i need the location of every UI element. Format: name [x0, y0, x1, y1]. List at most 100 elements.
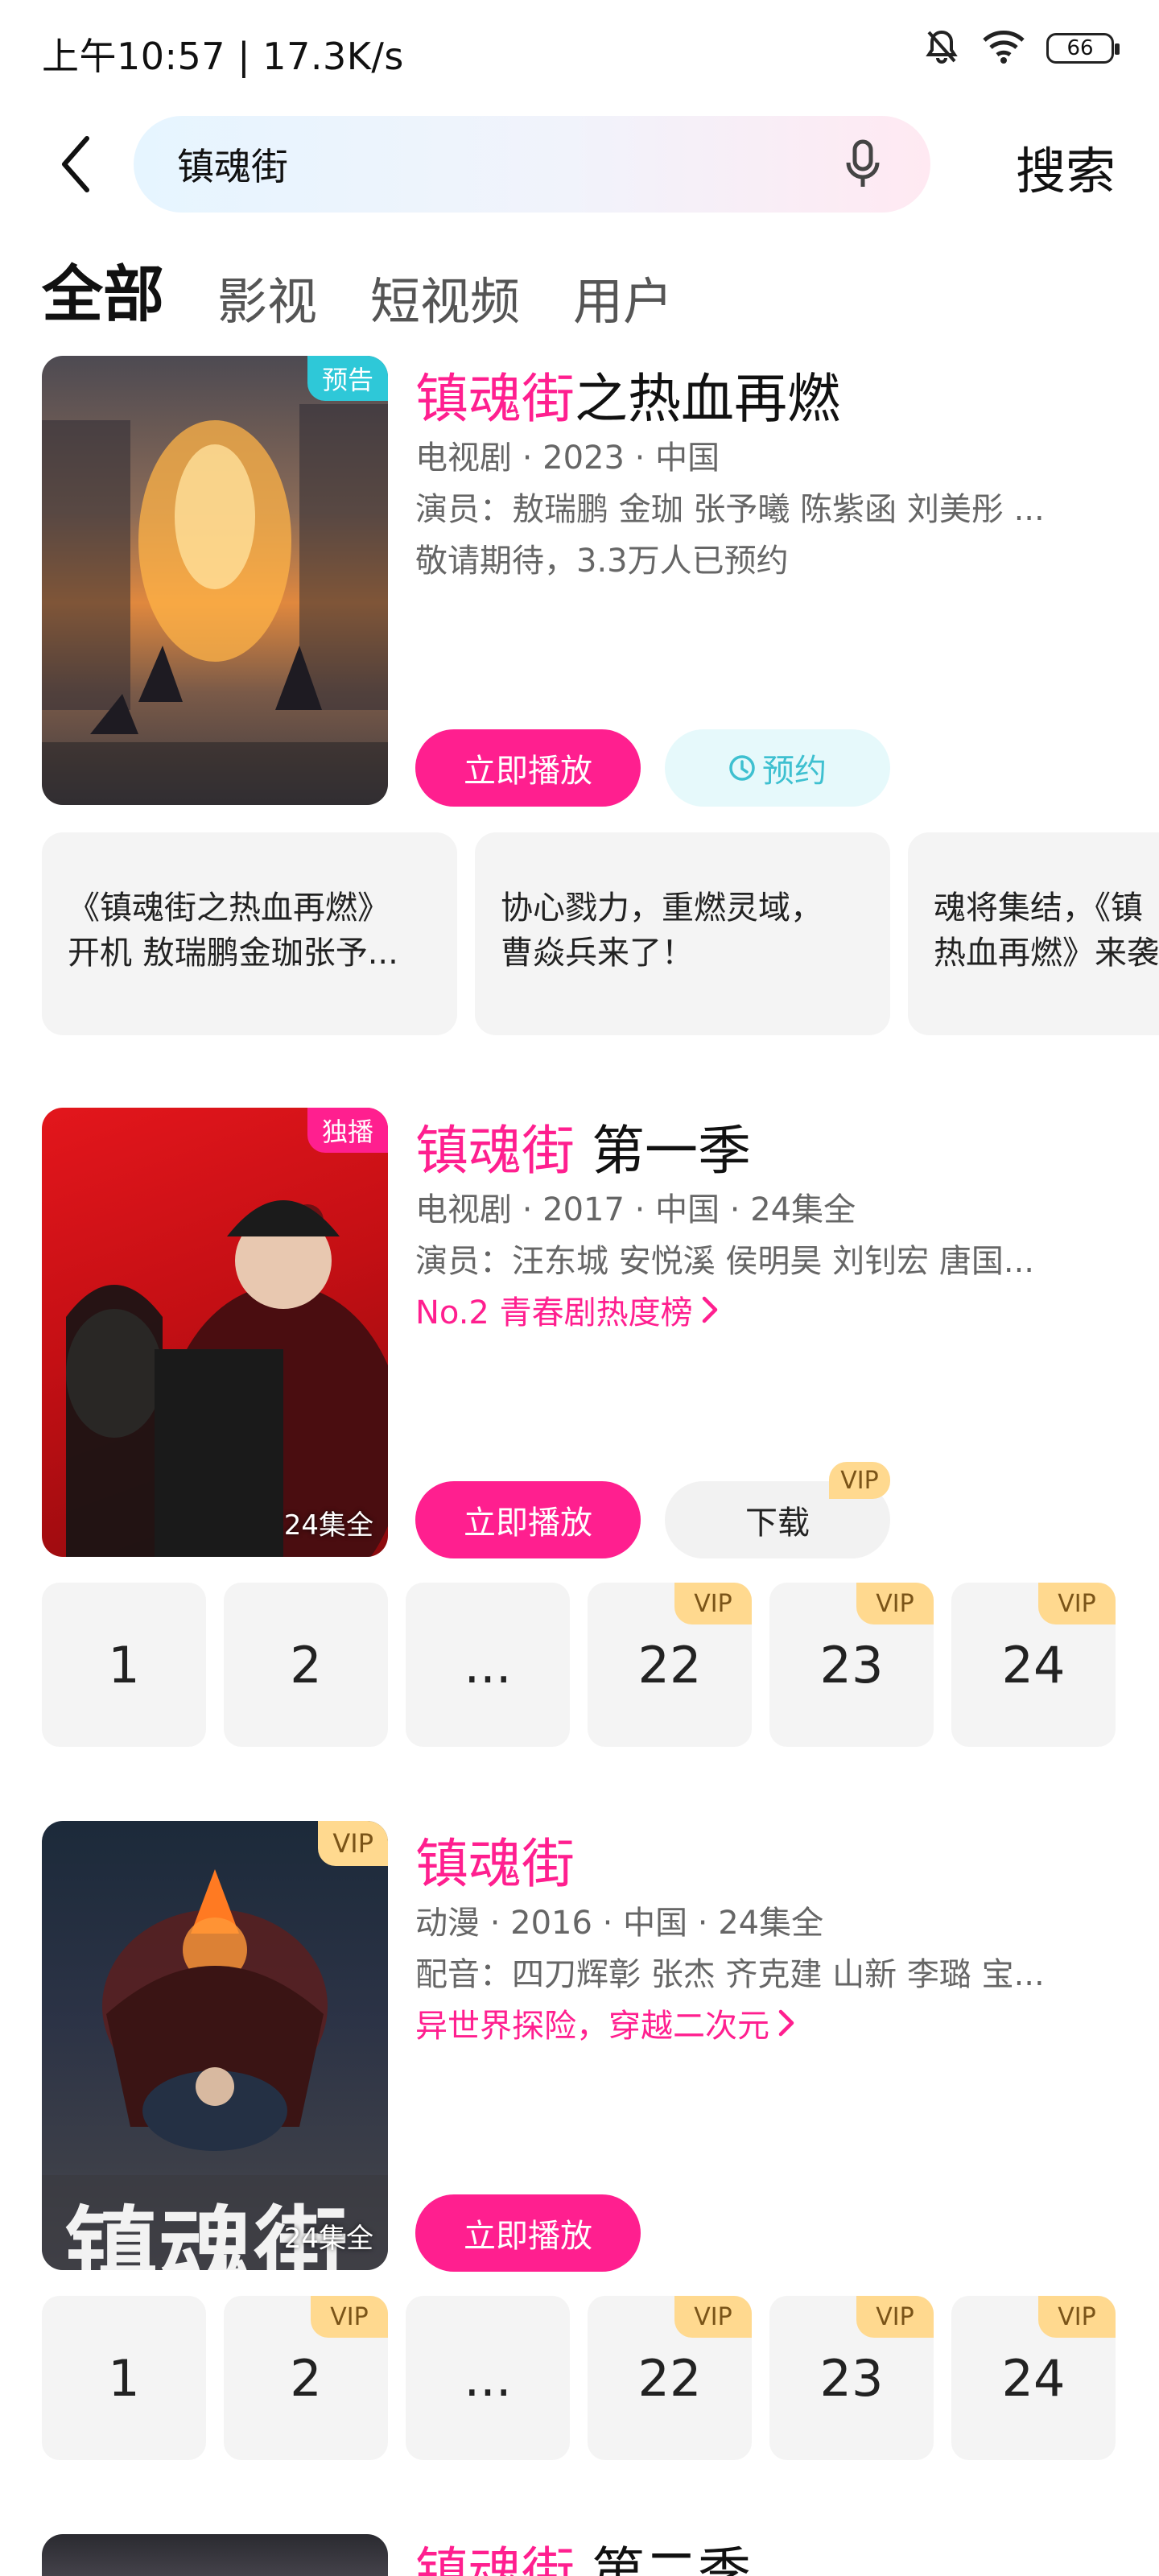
battery-level: 66	[1066, 36, 1094, 60]
episode-button[interactable]: 22 VIP	[588, 2296, 752, 2460]
poster-badge: 独播	[307, 1108, 388, 1153]
mute-bell-icon	[922, 27, 961, 69]
episode-number: 24	[1001, 1635, 1066, 1695]
tagline-link[interactable]: 异世界探险，穿越二次元	[415, 2000, 795, 2046]
news-carousel[interactable]: 《镇魂街之热血再燃》 开机 敖瑞鹏金珈张予... 协心戮力，重燃灵域， 曹焱兵来…	[42, 832, 1159, 1035]
vip-badge: VIP	[311, 2296, 388, 2338]
news-line: 曹焱兵来了！	[501, 935, 694, 972]
news-item[interactable]: 《镇魂街之热血再燃》 开机 敖瑞鹏金珈张予...	[42, 832, 457, 1035]
play-button[interactable]: 立即播放	[415, 1481, 641, 1558]
episode-number: 23	[819, 1635, 884, 1695]
news-line: 协心戮力，重燃灵域，	[501, 890, 823, 927]
episode-button[interactable]: 22 VIP	[588, 1583, 752, 1747]
reserve-button[interactable]: 预约	[665, 729, 890, 807]
episode-number: 23	[819, 2348, 884, 2408]
episode-button[interactable]: 2	[224, 1583, 388, 1747]
result-meta: 电视剧 · 2017 · 中国 · 24集全	[415, 1191, 856, 1228]
episode-count: 24集全	[283, 2223, 373, 2255]
title-rest: 第一季	[575, 1120, 751, 1182]
episode-number: 22	[637, 2348, 702, 2408]
tagline-label: 异世界探险，穿越二次元	[415, 2008, 769, 2045]
news-line: 魂将集结，《镇	[934, 890, 1143, 927]
vip-badge: VIP	[674, 1583, 752, 1624]
result-card: 独播 24集全 镇魂街 第一季 电视剧 · 2017 · 中国 · 24集全 演…	[42, 1108, 1117, 1558]
poster-image[interactable]: 独播 24集全	[42, 1108, 388, 1557]
poster-image[interactable]: 预告	[42, 356, 388, 805]
news-line: 热血再燃》来袭	[934, 935, 1159, 972]
battery-icon: 66	[1046, 33, 1120, 64]
result-card: 镇魂街 VIP 24集全 镇魂街 动漫 · 2016 · 中国 · 24集全 配…	[42, 1821, 1117, 2272]
clock-icon	[729, 755, 755, 781]
episode-button[interactable]: 24 VIP	[951, 2296, 1116, 2460]
status-bar: 上午10:57 | 17.3K/s 66	[0, 0, 1159, 103]
episode-number: ...	[464, 2348, 512, 2408]
result-cast: 演员：敖瑞鹏 金珈 张予曦 陈紫函 刘美彤 ...	[415, 491, 1045, 528]
poster-badge: VIP	[318, 1821, 388, 1866]
reserve-label: 预约	[762, 753, 827, 790]
episode-number: 22	[637, 1635, 702, 1695]
episode-number: ...	[464, 1635, 512, 1695]
title-highlight: 镇魂街	[415, 1120, 575, 1182]
search-query[interactable]: 镇魂街	[177, 138, 288, 191]
search-input[interactable]: 镇魂街	[134, 116, 930, 213]
episode-button[interactable]: ...	[406, 2296, 570, 2460]
news-item[interactable]: 协心戮力，重燃灵域， 曹焱兵来了！	[475, 832, 890, 1035]
search-button[interactable]: 搜索	[1016, 130, 1116, 203]
chevron-right-icon	[778, 2009, 794, 2037]
episode-number: 2	[290, 1635, 322, 1695]
result-tabs: 全部 影视 短视频 用户	[42, 245, 673, 333]
result-meta: 电视剧 · 2023 · 中国	[415, 440, 720, 477]
episode-grid: 1 2 ... 22 VIP 23 VIP 24 VIP	[42, 1583, 1117, 1747]
result-title[interactable]: 镇魂街 第二季	[415, 2534, 751, 2576]
chevron-right-icon	[702, 1296, 717, 1323]
episode-button[interactable]: 23 VIP	[769, 1583, 934, 1747]
episode-button[interactable]: ...	[406, 1583, 570, 1747]
episode-button[interactable]: 1	[42, 2296, 206, 2460]
result-cast: 演员：汪东城 安悦溪 侯明昊 刘钊宏 唐国...	[415, 1243, 1035, 1280]
poster-badge: 预告	[307, 356, 388, 401]
play-button[interactable]: 立即播放	[415, 729, 641, 807]
news-line: 开机 敖瑞鹏金珈张予...	[68, 935, 398, 972]
result-title[interactable]: 镇魂街 第一季	[415, 1108, 751, 1185]
tab-all[interactable]: 全部	[42, 245, 164, 333]
episode-button[interactable]: 1	[42, 1583, 206, 1747]
episode-button[interactable]: 23 VIP	[769, 2296, 934, 2460]
vip-badge: VIP	[674, 2296, 752, 2338]
vip-badge: VIP	[856, 1583, 934, 1624]
vip-badge: VIP	[1038, 1583, 1116, 1624]
title-highlight: 镇魂街	[415, 2541, 575, 2576]
back-button[interactable]	[52, 132, 100, 196]
episode-number: 24	[1001, 2348, 1066, 2408]
title-highlight: 镇魂街	[415, 368, 575, 430]
download-label: 下载	[745, 1505, 810, 1542]
result-cast: 配音：四刀辉彰 张杰 齐克建 山新 李璐 宝...	[415, 1956, 1045, 1993]
result-card: 预告 镇魂街之热血再燃 电视剧 · 2023 · 中国 演员：敖瑞鹏 金珈 张予…	[42, 356, 1117, 807]
episode-number: 1	[108, 1635, 140, 1695]
status-icons: 66	[922, 27, 1120, 69]
episode-button[interactable]: 24 VIP	[951, 1583, 1116, 1747]
result-note: 敬请期待，3.3万人已预约	[415, 543, 789, 580]
episode-button[interactable]: 2 VIP	[224, 2296, 388, 2460]
rank-link[interactable]: No.2 青春剧热度榜	[415, 1286, 719, 1333]
result-meta: 动漫 · 2016 · 中国 · 24集全	[415, 1905, 824, 1942]
news-line: 《镇魂街之热血再燃》	[68, 890, 390, 927]
news-item[interactable]: 魂将集结，《镇 热血再燃》来袭	[908, 832, 1159, 1035]
result-title[interactable]: 镇魂街之热血再燃	[415, 356, 840, 433]
poster-image[interactable]	[42, 2534, 388, 2576]
play-button[interactable]: 立即播放	[415, 2194, 641, 2272]
tab-short-video[interactable]: 短视频	[370, 261, 520, 333]
tab-film-tv[interactable]: 影视	[217, 261, 317, 333]
chevron-left-icon	[62, 136, 89, 192]
tab-users[interactable]: 用户	[573, 261, 673, 333]
title-rest: 之热血再燃	[575, 368, 840, 430]
episode-count: 24集全	[283, 1509, 373, 1542]
episode-grid: 1 2 VIP ... 22 VIP 23 VIP 24 VIP	[42, 2296, 1117, 2460]
wifi-icon	[982, 29, 1025, 68]
microphone-icon[interactable]	[835, 137, 890, 192]
episode-number: 1	[108, 2348, 140, 2408]
vip-badge: VIP	[829, 1462, 890, 1499]
episode-number: 2	[290, 2348, 322, 2408]
result-card: 镇魂街 第二季	[42, 2534, 1117, 2576]
result-title[interactable]: 镇魂街	[415, 1821, 575, 1898]
poster-image[interactable]: 镇魂街 VIP 24集全	[42, 1821, 388, 2270]
